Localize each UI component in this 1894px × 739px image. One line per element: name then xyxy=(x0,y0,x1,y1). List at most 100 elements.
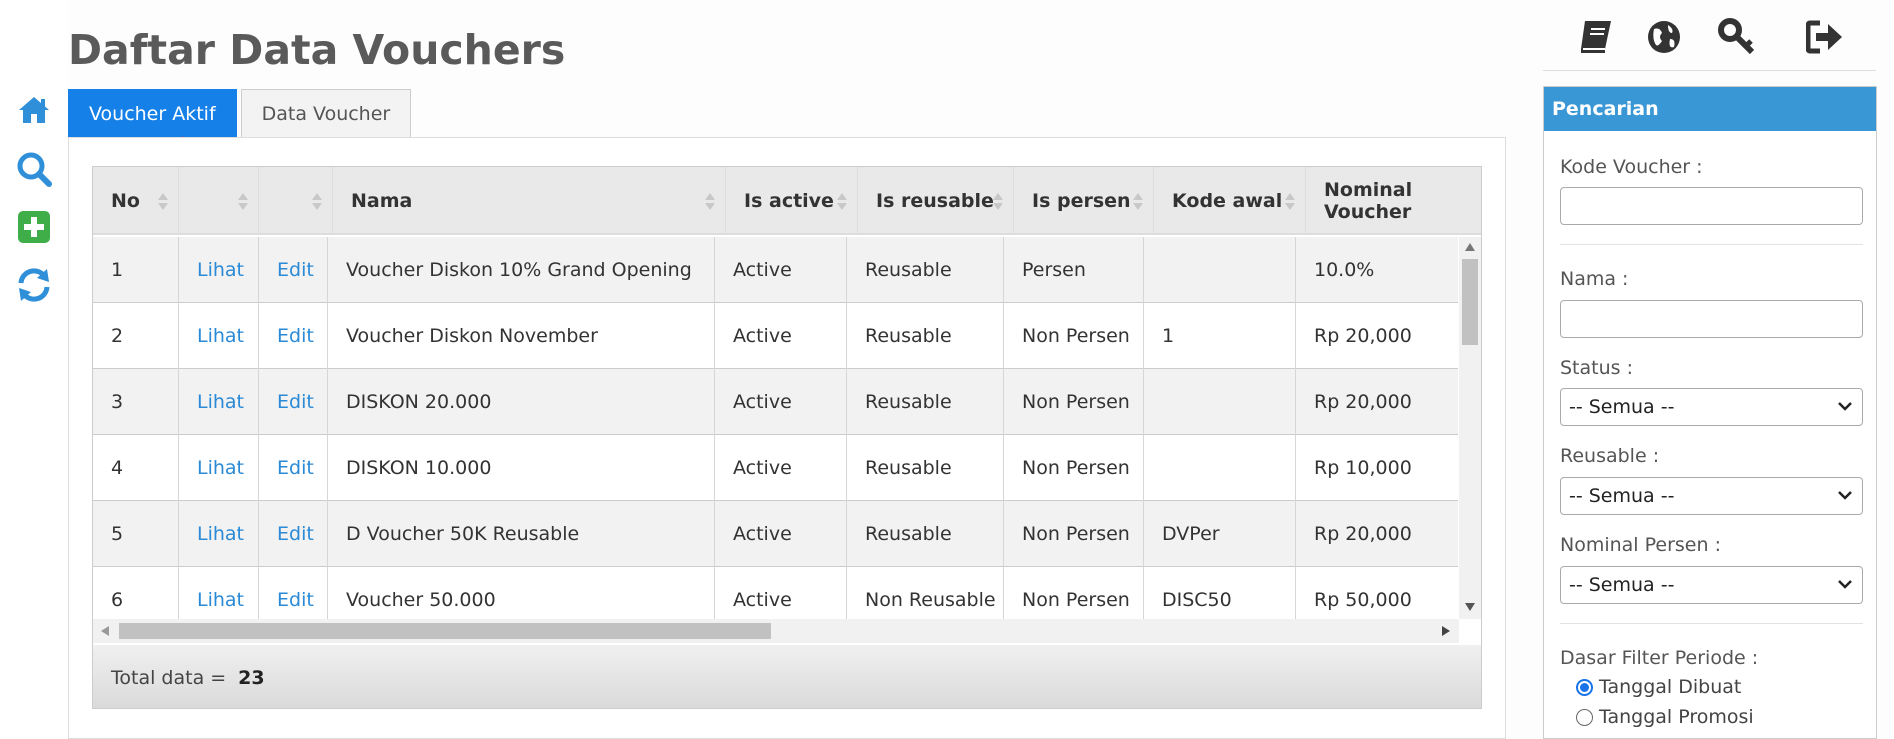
refresh-icon[interactable] xyxy=(14,265,54,305)
table-body: 1 Lihat Edit Voucher Diskon 10% Grand Op… xyxy=(93,237,1458,619)
status-label: Status : xyxy=(1560,357,1633,379)
cell-no: 6 xyxy=(93,567,179,619)
radio-tanggal-promosi[interactable]: Tanggal Promosi xyxy=(1576,706,1754,728)
tab-voucher-aktif[interactable]: Voucher Aktif xyxy=(68,89,237,138)
cell-kode-awal: DISC50 xyxy=(1144,567,1296,619)
cell-is-persen: Non Persen xyxy=(1004,567,1144,619)
divider xyxy=(1543,70,1876,71)
header-is-active[interactable]: Is active xyxy=(726,167,858,235)
table-row: 2 Lihat Edit Voucher Diskon November Act… xyxy=(93,303,1458,369)
edit-link[interactable]: Edit xyxy=(259,567,328,619)
sort-icon xyxy=(238,193,248,211)
vertical-scroll-thumb[interactable] xyxy=(1462,259,1478,345)
table-row: 4 Lihat Edit DISKON 10.000 Active Reusab… xyxy=(93,435,1458,501)
cell-nama: Voucher Diskon 10% Grand Opening xyxy=(328,237,715,303)
cell-is-persen: Non Persen xyxy=(1004,369,1144,435)
header-nama[interactable]: Nama xyxy=(333,167,726,235)
reusable-select[interactable]: -- Semua -- xyxy=(1560,477,1863,515)
status-select[interactable]: -- Semua -- xyxy=(1560,388,1863,426)
cell-kode-awal: 1 xyxy=(1144,303,1296,369)
scroll-up-icon[interactable] xyxy=(1465,243,1475,251)
chevron-down-icon xyxy=(1838,580,1852,589)
cell-nama: Voucher Diskon November xyxy=(328,303,715,369)
radio-button[interactable] xyxy=(1576,708,1593,726)
cell-is-reusable: Reusable xyxy=(847,237,1004,303)
divider xyxy=(1560,623,1863,624)
table-row: 3 Lihat Edit DISKON 20.000 Active Reusab… xyxy=(93,369,1458,435)
nominal-persen-select[interactable]: -- Semua -- xyxy=(1560,566,1863,604)
globe-icon[interactable] xyxy=(1641,14,1687,60)
cell-nominal: Rp 10,000 xyxy=(1314,457,1412,479)
logout-icon[interactable] xyxy=(1802,14,1848,60)
cell-kode-awal xyxy=(1144,435,1296,501)
scroll-left-icon[interactable] xyxy=(101,626,109,636)
table-row: 5 Lihat Edit D Voucher 50K Reusable Acti… xyxy=(93,501,1458,567)
header-nominal-voucher[interactable]: Nominal Voucher xyxy=(1306,167,1481,235)
scroll-down-icon[interactable] xyxy=(1465,603,1475,611)
cell-is-reusable: Non Reusable xyxy=(847,567,1004,619)
header-kode-awal[interactable]: Kode awal xyxy=(1154,167,1306,235)
view-link[interactable]: Lihat xyxy=(179,303,259,369)
vertical-scrollbar[interactable] xyxy=(1459,237,1481,619)
view-link[interactable]: Lihat xyxy=(179,369,259,435)
sort-icon xyxy=(1285,193,1295,211)
add-icon[interactable] xyxy=(14,207,54,247)
cell-nominal: Rp 20,000 xyxy=(1314,391,1412,413)
book-icon[interactable] xyxy=(1573,14,1619,60)
reusable-label: Reusable : xyxy=(1560,445,1660,467)
status-select-value: -- Semua -- xyxy=(1569,396,1675,418)
divider xyxy=(1560,244,1863,245)
view-link[interactable]: Lihat xyxy=(179,435,259,501)
cell-nominal: Rp 50,000 xyxy=(1314,589,1412,611)
edit-link[interactable]: Edit xyxy=(259,303,328,369)
sort-icon xyxy=(158,193,168,211)
cell-no: 2 xyxy=(93,303,179,369)
cell-no: 1 xyxy=(93,237,179,303)
table-footer: Total data = 23 xyxy=(93,645,1481,708)
cell-is-reusable: Reusable xyxy=(847,501,1004,567)
horizontal-scroll-thumb[interactable] xyxy=(119,623,771,639)
radio-tanggal-dibuat[interactable]: Tanggal Dibuat xyxy=(1576,676,1741,698)
sort-icon xyxy=(837,193,847,211)
nama-input[interactable] xyxy=(1560,300,1863,338)
cell-nominal: 10.0% xyxy=(1314,259,1375,281)
header-edit[interactable] xyxy=(259,167,333,235)
cell-nama: Voucher 50.000 xyxy=(328,567,715,619)
total-value: 23 xyxy=(238,666,265,689)
radio-button[interactable] xyxy=(1576,678,1593,696)
cell-nama: D Voucher 50K Reusable xyxy=(328,501,715,567)
tab-bar: Voucher Aktif Data Voucher xyxy=(68,89,412,138)
search-icon[interactable] xyxy=(14,149,54,189)
view-link[interactable]: Lihat xyxy=(179,567,259,619)
kode-voucher-input[interactable] xyxy=(1560,187,1863,225)
horizontal-scrollbar[interactable] xyxy=(93,619,1459,643)
sort-icon xyxy=(1133,193,1143,211)
page-title: Daftar Data Vouchers xyxy=(68,26,566,74)
nama-label: Nama : xyxy=(1560,268,1629,290)
periode-label: Dasar Filter Periode : xyxy=(1560,647,1759,669)
table-row: 1 Lihat Edit Voucher Diskon 10% Grand Op… xyxy=(93,237,1458,303)
header-is-persen[interactable]: Is persen xyxy=(1014,167,1154,235)
sort-icon xyxy=(705,193,715,211)
tab-data-voucher[interactable]: Data Voucher xyxy=(240,89,412,138)
edit-link[interactable]: Edit xyxy=(259,501,328,567)
view-link[interactable]: Lihat xyxy=(179,237,259,303)
cell-is-active: Active xyxy=(715,435,847,501)
header-is-reusable[interactable]: Is reusable xyxy=(858,167,1014,235)
search-panel: Pencarian Kode Voucher : Nama : Status :… xyxy=(1543,86,1877,739)
key-icon[interactable] xyxy=(1714,14,1760,60)
header-no[interactable]: No xyxy=(93,167,179,235)
radio-label: Tanggal Dibuat xyxy=(1599,676,1742,698)
home-icon[interactable] xyxy=(14,90,54,130)
cell-is-reusable: Reusable xyxy=(847,303,1004,369)
edit-link[interactable]: Edit xyxy=(259,435,328,501)
cell-kode-awal xyxy=(1144,369,1296,435)
header-view[interactable] xyxy=(179,167,259,235)
panel-title: Pencarian xyxy=(1544,87,1876,131)
cell-is-active: Active xyxy=(715,369,847,435)
edit-link[interactable]: Edit xyxy=(259,237,328,303)
scroll-right-icon[interactable] xyxy=(1442,626,1450,636)
view-link[interactable]: Lihat xyxy=(179,501,259,567)
cell-nama: DISKON 10.000 xyxy=(328,435,715,501)
edit-link[interactable]: Edit xyxy=(259,369,328,435)
